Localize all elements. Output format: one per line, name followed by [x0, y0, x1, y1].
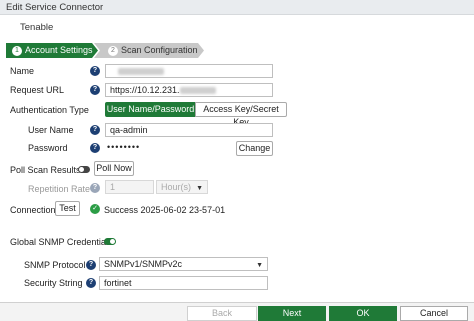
step-number: 1 — [12, 46, 22, 56]
help-icon: ? — [90, 183, 100, 193]
step-number: 2 — [108, 46, 118, 56]
request-url-label: Request URL — [10, 85, 65, 95]
repetition-unit-value: Hour(s) — [161, 182, 192, 192]
name-label: Name — [10, 66, 35, 76]
dialog-footer: Back Next OK Cancel — [0, 302, 474, 321]
help-icon[interactable]: ? — [86, 260, 96, 270]
next-button[interactable]: Next — [258, 306, 326, 321]
step-account-settings[interactable]: 1 Account Settings — [6, 43, 98, 58]
help-icon[interactable]: ? — [90, 143, 100, 153]
help-icon[interactable]: ? — [90, 66, 100, 76]
snmp-protocol-label: SNMP Protocol — [24, 260, 86, 270]
request-url-value: https://10.12.231. — [110, 85, 180, 95]
global-snmp-label: Global SNMP Credential — [10, 237, 108, 247]
poll-scan-results-label: Poll Scan Results — [10, 165, 81, 175]
poll-now-button[interactable]: Poll Now — [94, 161, 134, 176]
global-snmp-toggle[interactable] — [104, 238, 116, 245]
repetition-rate-label: Repetition Rate — [28, 184, 91, 194]
redacted-value — [118, 68, 164, 75]
password-label: Password — [28, 143, 68, 153]
success-check-icon: ✓ — [90, 204, 100, 214]
security-string-label: Security String — [24, 278, 83, 288]
caret-down-icon: ▼ — [196, 185, 203, 192]
help-icon[interactable]: ? — [90, 125, 100, 135]
help-icon[interactable]: ? — [86, 278, 96, 288]
step-scan-configuration[interactable]: 2 Scan Configuration — [94, 43, 204, 58]
poll-scan-results-toggle[interactable] — [78, 166, 90, 173]
connector-name: Tenable — [20, 22, 54, 33]
auth-access-key-option[interactable]: Access Key/Secret Key — [195, 102, 287, 127]
name-input[interactable] — [105, 64, 273, 78]
username-label: User Name — [28, 125, 74, 135]
cancel-button[interactable]: Cancel — [400, 306, 468, 321]
redacted-value — [179, 87, 216, 94]
connection-label: Connection — [10, 205, 56, 215]
snmp-protocol-value: SNMPv1/SNMPv2c — [104, 259, 183, 269]
request-url-input[interactable]: https://10.12.231. — [105, 83, 273, 97]
change-password-button[interactable]: Change — [236, 141, 273, 156]
window-title: Edit Service Connector — [0, 0, 474, 15]
auth-type-label: Authentication Type — [10, 105, 89, 115]
username-input[interactable]: qa-admin — [105, 123, 273, 137]
step-label: Scan Configuration — [121, 45, 198, 55]
repetition-rate-input: 1 — [105, 180, 154, 194]
auth-user-password-option[interactable]: User Name/Password — [105, 102, 196, 117]
ok-button[interactable]: OK — [329, 306, 397, 321]
back-button[interactable]: Back — [187, 306, 257, 321]
repetition-unit-select: Hour(s) ▼ — [156, 180, 208, 194]
step-label: Account Settings — [25, 45, 93, 55]
test-connection-button[interactable]: Test — [55, 201, 80, 216]
help-icon[interactable]: ? — [90, 85, 100, 95]
caret-down-icon: ▼ — [256, 262, 263, 269]
password-value: •••••••• — [107, 142, 141, 152]
security-string-input[interactable]: fortinet — [99, 276, 268, 290]
snmp-protocol-select[interactable]: SNMPv1/SNMPv2c ▼ — [99, 257, 268, 271]
connection-status: Success 2025-06-02 23-57-01 — [104, 205, 226, 215]
